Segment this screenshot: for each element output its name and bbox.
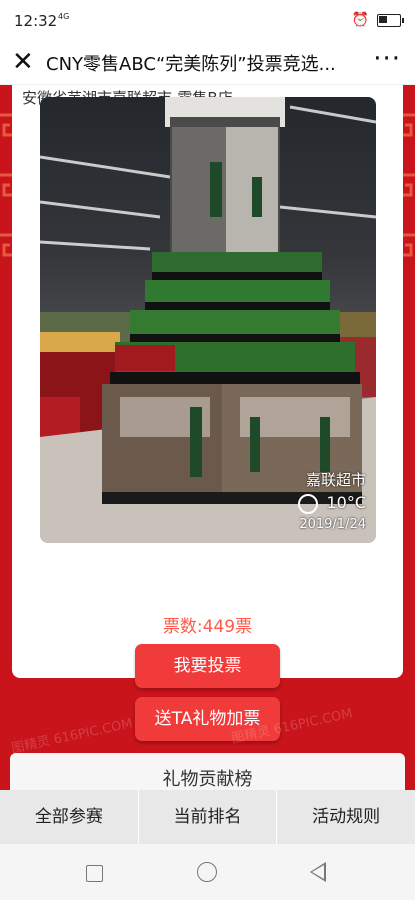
network-indicator: 4G <box>58 12 70 21</box>
title-bar: ✕ CNY零售ABC“完美陈列”投票竞选... ··· <box>0 40 415 85</box>
vote-button[interactable]: 我要投票 <box>135 644 280 688</box>
tab-all-entries[interactable]: 全部参赛 <box>0 790 139 844</box>
recent-apps-icon[interactable] <box>86 865 103 882</box>
status-time: 12:32 <box>14 12 58 30</box>
tab-current-ranking[interactable]: 当前排名 <box>139 790 278 844</box>
tab-event-rules[interactable]: 活动规则 <box>277 790 415 844</box>
entry-card: 安徽省芜湖市嘉联超市-零售B店 <box>12 85 403 678</box>
site-watermark: 图精灵 616PIC.COM <box>10 716 134 757</box>
alarm-icon: ⏰ <box>351 12 369 28</box>
system-nav-bar <box>0 844 415 900</box>
status-icons: ⏰ <box>351 12 404 28</box>
battery-icon <box>377 13 404 27</box>
vote-count: 票数:449票 <box>162 617 253 637</box>
main-content: 安徽省芜湖市嘉联超市-零售B店 <box>0 85 415 790</box>
more-options-icon[interactable]: ··· <box>373 44 401 74</box>
photo-watermark-store: 嘉联超市 <box>305 471 366 489</box>
photo-watermark-temperature: 10°C <box>326 493 366 512</box>
photo-watermark-date: 2019/1/24 <box>299 517 366 532</box>
entry-photo[interactable]: 嘉联超市 10°C 2019/1/24 <box>40 97 376 543</box>
gift-ranking-title: 礼物贡献榜 <box>162 769 253 790</box>
home-icon[interactable] <box>197 862 217 882</box>
bottom-nav: 全部参赛 当前排名 活动规则 <box>0 790 415 844</box>
close-icon[interactable]: ✕ <box>12 47 34 77</box>
page-title: CNY零售ABC“完美陈列”投票竞选... <box>46 54 336 75</box>
sun-icon <box>298 494 318 514</box>
back-icon[interactable] <box>310 862 326 882</box>
gift-ranking-card[interactable]: 礼物贡献榜 <box>10 753 405 790</box>
status-bar: 12:32 4G ⏰ <box>0 0 415 40</box>
